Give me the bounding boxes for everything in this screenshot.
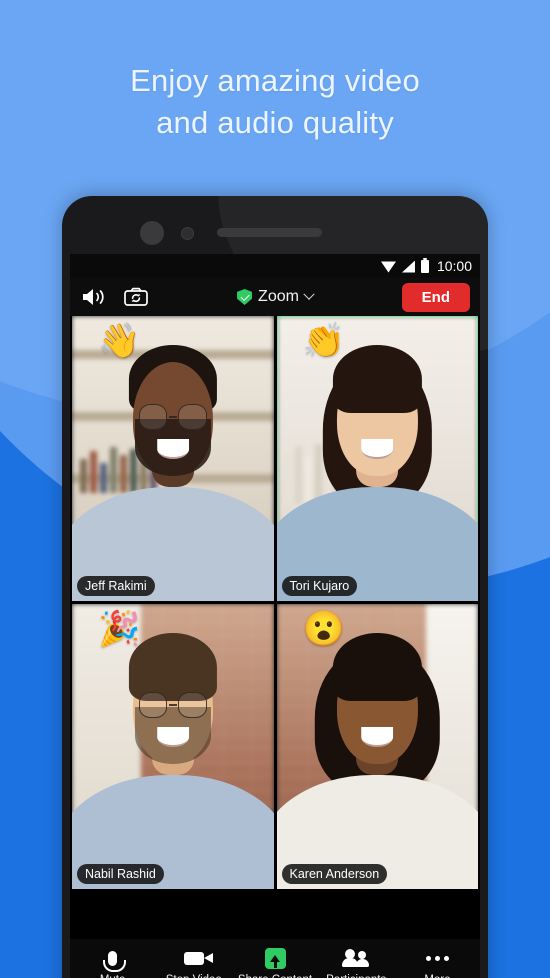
ellipsis-icon — [425, 947, 449, 969]
promo-screenshot: Enjoy amazing video and audio quality 10… — [0, 0, 550, 978]
share-content-button[interactable]: Share Content — [234, 947, 315, 978]
phone-mockup: 10:00 Zoom End 👋 Jeff Rakimi 👏 Tori Kuja… — [62, 196, 488, 978]
video-grid: 👋 Jeff Rakimi 👏 Tori Kujaro 🎉 Nabil Rash… — [70, 316, 480, 889]
promo-headline: Enjoy amazing video and audio quality — [0, 60, 550, 144]
share-content-label: Share Content — [238, 974, 312, 978]
video-tile-tori[interactable]: 👏 Tori Kujaro — [276, 316, 478, 601]
participants-button[interactable]: Participants — [316, 947, 397, 978]
signal-icon — [401, 260, 415, 273]
phone-screen: 10:00 Zoom End 👋 Jeff Rakimi 👏 Tori Kuja… — [70, 254, 480, 978]
phone-top-bezel — [62, 196, 488, 254]
stop-video-label: Stop Video — [166, 974, 222, 978]
participant-name-label: Jeff Rakimi — [77, 576, 155, 596]
battery-icon — [420, 257, 429, 273]
status-bar-clock: 10:00 — [436, 258, 472, 274]
meeting-top-bar: Zoom End — [70, 278, 480, 316]
mute-button[interactable]: Mute — [72, 947, 153, 978]
participants-label: Participants — [326, 974, 386, 978]
share-screen-icon — [264, 947, 286, 969]
flip-camera-icon[interactable] — [122, 285, 150, 309]
mute-label: Mute — [100, 974, 126, 978]
meeting-bottom-toolbar: Mute Stop Video Share Content Participan… — [70, 939, 480, 978]
shield-check-icon — [237, 289, 253, 305]
status-icons — [380, 257, 429, 273]
people-icon — [342, 947, 370, 969]
video-camera-icon — [183, 947, 213, 969]
speaker-icon[interactable] — [80, 285, 108, 309]
reaction-clapping-hands-emoji: 👏 — [302, 322, 345, 360]
participant-name-label: Nabil Rashid — [77, 864, 164, 884]
chevron-down-icon[interactable] — [303, 288, 315, 300]
wifi-icon — [380, 261, 396, 273]
meeting-name: Zoom — [258, 288, 299, 305]
headline-line-1: Enjoy amazing video — [130, 63, 420, 98]
end-meeting-button[interactable]: End — [401, 282, 470, 312]
status-bar: 10:00 — [70, 254, 480, 278]
video-tile-nabil[interactable]: 🎉 Nabil Rashid — [72, 604, 274, 889]
earpiece-speaker — [217, 228, 322, 237]
proximity-sensor-icon — [181, 227, 194, 240]
front-camera-icon — [140, 221, 164, 245]
video-tile-karen[interactable]: 😮 Karen Anderson — [276, 604, 478, 889]
video-tile-jeff[interactable]: 👋 Jeff Rakimi — [72, 316, 274, 601]
reaction-waving-hand-emoji: 👋 — [98, 322, 141, 360]
more-button[interactable]: More — [397, 947, 478, 978]
participant-name-label: Karen Anderson — [281, 864, 388, 884]
headline-line-2: and audio quality — [156, 104, 394, 140]
reaction-surprised-face-emoji: 😮 — [302, 610, 345, 648]
microphone-icon — [103, 947, 127, 972]
more-label: More — [424, 974, 450, 978]
reaction-party-popper-emoji: 🎉 — [98, 610, 141, 648]
stop-video-button[interactable]: Stop Video — [153, 947, 234, 978]
participant-name-label: Tori Kujaro — [281, 576, 358, 596]
